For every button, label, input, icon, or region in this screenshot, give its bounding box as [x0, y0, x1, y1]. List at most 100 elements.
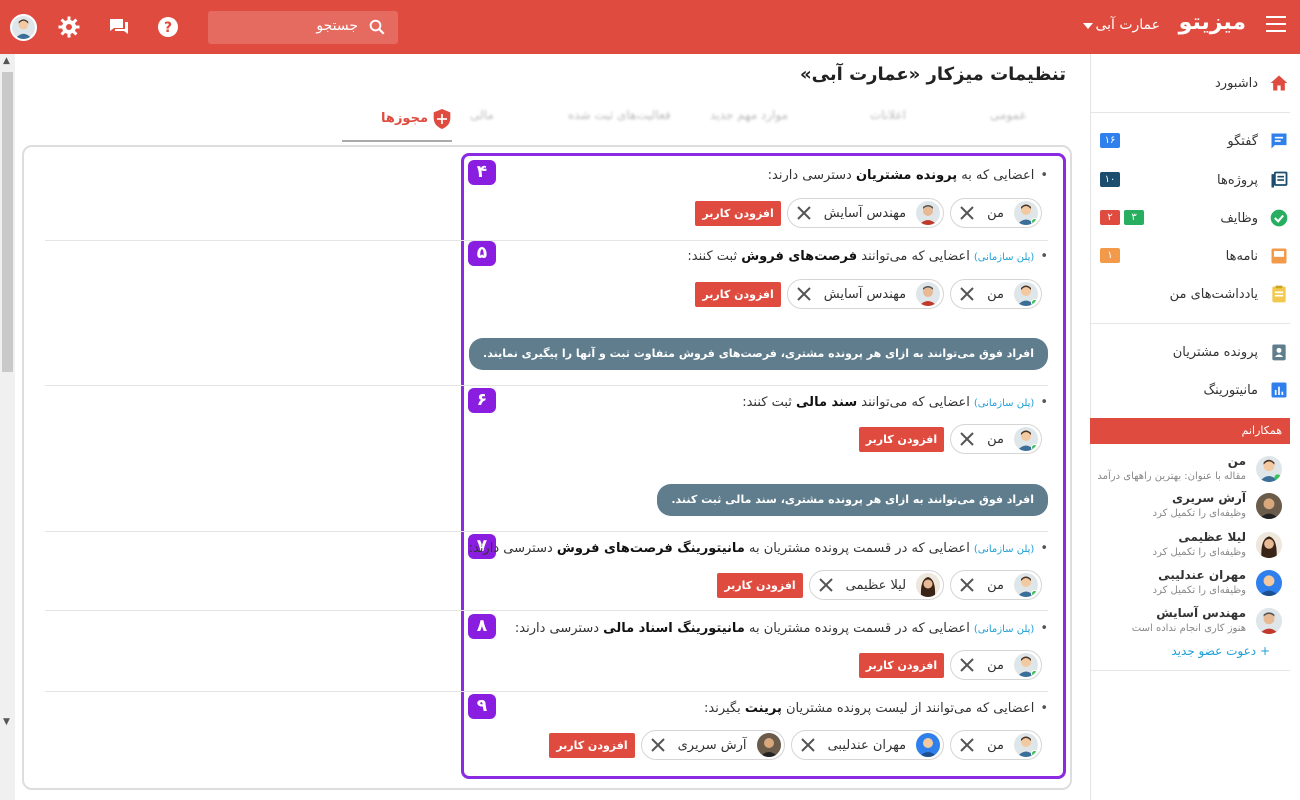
sidebar-item-tasks[interactable]: وظایف ۲ ۳ [1100, 199, 1290, 237]
colleague-item[interactable]: من مقاله با عنوان: بهترین راههای درآمد [1090, 452, 1290, 490]
colleagues-header: همکارانم [1090, 418, 1290, 444]
avatar [1256, 456, 1282, 482]
user-avatar[interactable] [10, 14, 37, 41]
user-name: آرش سریری [677, 737, 747, 753]
scrollbar[interactable]: ▲ ▼ [0, 54, 15, 800]
user-chip: مهندس آسایش [786, 279, 945, 309]
colleague-item[interactable]: مهران عندلیبی وظیفه‌ای را تکمیل کرد [1090, 566, 1290, 604]
scroll-up-icon[interactable]: ▲ [3, 56, 12, 66]
row-divider [45, 385, 1048, 386]
close-icon[interactable] [957, 655, 977, 675]
invite-label: دعوت عضو جدید [1171, 644, 1257, 658]
sidebar-item-label: مانیتورینگ [1203, 382, 1258, 398]
contacts-icon [1272, 344, 1286, 361]
add-user-button[interactable]: افزودن کاربر [695, 200, 781, 226]
chat-icon[interactable] [107, 15, 131, 39]
tab-activities[interactable]: فعالیت‌های ثبت شده [568, 108, 671, 122]
perm-bold: فرصت‌های فروش [741, 249, 858, 264]
avatar [1256, 608, 1282, 634]
check-circle-icon [1270, 209, 1288, 227]
sidebar-item-label: داشبورد [1215, 75, 1258, 91]
sidebar-item-label: پرونده مشتریان [1172, 344, 1258, 360]
close-icon[interactable] [957, 575, 977, 595]
sidebar-item-chat[interactable]: گفتگو ۱۶ [1100, 122, 1290, 160]
tab-label: مجوزها [381, 111, 428, 126]
user-name: من [987, 657, 1004, 673]
perm-post: ثبت کنند: [687, 249, 742, 264]
step-number: ۴ [468, 160, 496, 185]
add-user-button[interactable]: افزودن کاربر [858, 426, 945, 452]
close-icon[interactable] [816, 575, 836, 595]
avatar [756, 733, 781, 757]
close-icon[interactable] [648, 735, 668, 755]
search-input[interactable] [228, 18, 358, 34]
colleague-name: لیلا عظیمی [1178, 530, 1246, 544]
avatar [916, 573, 941, 597]
perm-post: دسترسی دارند: [514, 621, 604, 636]
sidebar-item-notes[interactable]: یادداشت‌های من [1100, 275, 1290, 313]
menu-icon[interactable] [1266, 16, 1286, 36]
add-user-button[interactable]: افزودن کاربر [549, 732, 635, 758]
chevron-down-icon[interactable] [1083, 23, 1093, 29]
perm-pre: اعضایی که در قسمت پرونده مشتریان به [744, 621, 970, 636]
close-icon[interactable] [957, 203, 977, 223]
add-user-button[interactable]: افزودن کاربر [858, 652, 945, 678]
invite-member-link[interactable]: + دعوت عضو جدید [1171, 644, 1270, 658]
close-icon[interactable] [957, 284, 977, 304]
step-number: ۶ [468, 388, 496, 413]
tab-general[interactable]: عمومی [990, 108, 1027, 122]
sidebar-item-dashboard[interactable]: داشبورد [1100, 64, 1290, 102]
avatar [1014, 282, 1038, 306]
permission-sales-monitoring: •(پلن سازمانی)اعضایی که در قسمت پرونده م… [468, 541, 1048, 556]
user-chip: مهران عندلیبی [790, 730, 945, 760]
perm-post: ثبت کنند: [742, 395, 797, 410]
workspace-selector[interactable]: عمارت آبی [1095, 17, 1160, 33]
close-icon[interactable] [794, 284, 814, 304]
user-chip: من [950, 424, 1042, 454]
user-name: من [987, 431, 1004, 447]
top-bar: میزیتو عمارت آبی ? [0, 0, 1300, 54]
scroll-thumb[interactable] [2, 72, 13, 372]
search-box[interactable] [208, 11, 398, 44]
perm-post: دسترسی دارند: [767, 168, 856, 183]
search-icon [369, 19, 385, 35]
close-icon[interactable] [957, 735, 977, 755]
permission-print: •اعضایی که می‌توانند از لیست پرونده مشتر… [704, 701, 1048, 716]
close-icon[interactable] [798, 735, 818, 755]
done-badge: ۳ [1124, 210, 1144, 225]
scroll-down-icon[interactable]: ▼ [3, 717, 12, 727]
divider [1090, 670, 1290, 671]
perm-bold: پرونده مشتریان [855, 168, 958, 183]
sidebar-item-letters[interactable]: نامه‌ها ۱ [1100, 237, 1290, 275]
tab-finance[interactable]: مالی [470, 108, 494, 122]
user-name: من [987, 577, 1004, 593]
colleague-item[interactable]: مهندس آسایش هنوز کاری انجام نداده است [1090, 604, 1290, 642]
divider [1090, 112, 1290, 113]
add-user-button[interactable]: افزودن کاربر [695, 281, 781, 307]
user-chip: من [950, 650, 1042, 680]
sidebar-item-label: پروژه‌ها [1217, 172, 1258, 188]
close-icon[interactable] [957, 429, 977, 449]
tab-permissions[interactable]: مجوزها [342, 108, 452, 142]
perm-bold: مانیتورینگ اسناد مالی [603, 621, 745, 636]
add-user-button[interactable]: افزودن کاربر [717, 572, 803, 598]
gear-icon[interactable] [57, 15, 81, 39]
colleague-item[interactable]: آرش سریری وظیفه‌ای را تکمیل کرد [1090, 489, 1290, 527]
help-icon[interactable]: ? [156, 15, 180, 39]
colleague-item[interactable]: لیلا عظیمی وظیفه‌ای را تکمیل کرد [1090, 528, 1290, 566]
sidebar-item-customers[interactable]: پرونده مشتریان [1100, 333, 1290, 371]
tab-important[interactable]: موارد مهم جدید [710, 108, 788, 122]
page-title: تنظیمات میزکار «عمارت آبی» [800, 64, 1066, 85]
row-divider [45, 240, 1048, 241]
shield-icon [433, 109, 451, 129]
sidebar-item-projects[interactable]: پروژه‌ها ۱۰ [1100, 161, 1290, 199]
count-badge: ۱ [1100, 248, 1120, 263]
tab-notifications[interactable]: اعلانات [870, 108, 906, 122]
row-divider [45, 610, 1048, 611]
close-icon[interactable] [794, 203, 814, 223]
user-name: من [987, 737, 1004, 753]
sidebar-item-monitoring[interactable]: مانیتورینگ [1100, 371, 1290, 409]
plus-icon: + [1256, 644, 1270, 658]
colleague-name: مهران عندلیبی [1158, 568, 1246, 582]
avatar [1014, 201, 1038, 225]
